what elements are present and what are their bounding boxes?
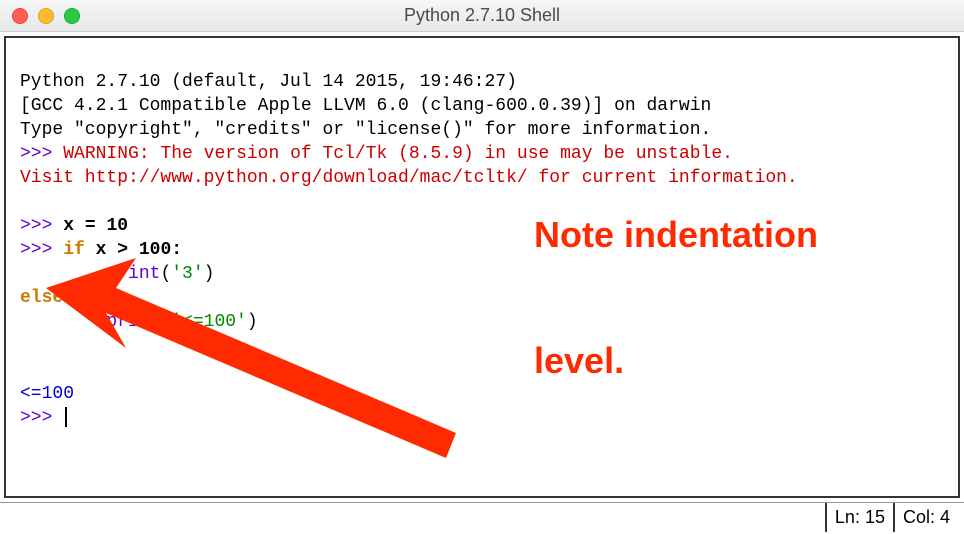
status-line: Ln: 15: [825, 503, 893, 532]
paren: ): [247, 312, 258, 332]
output-text: <=100: [20, 384, 74, 404]
banner-line: [GCC 4.2.1 Compatible Apple LLVM 6.0 (cl…: [20, 96, 711, 116]
indent: [20, 264, 106, 284]
string-literal: '3': [171, 264, 203, 284]
status-col: Col: 4: [893, 503, 958, 532]
colon: :: [63, 288, 74, 308]
string-literal: '<=100': [171, 312, 247, 332]
code-op: =: [85, 216, 107, 236]
indent: [20, 312, 106, 332]
code-num: 10: [106, 216, 128, 236]
shell-content[interactable]: Python 2.7.10 (default, Jul 14 2015, 19:…: [4, 36, 960, 498]
code-var: x: [63, 216, 85, 236]
warning-colon: :: [139, 144, 161, 164]
prompt: >>>: [20, 240, 63, 260]
close-icon[interactable]: [12, 8, 28, 24]
paren: (: [160, 264, 171, 284]
prompt: >>>: [20, 216, 63, 236]
annotation-line: Note indentation: [534, 214, 818, 256]
builtin-print: print: [106, 264, 160, 284]
keyword-if: if: [63, 240, 85, 260]
zoom-icon[interactable]: [64, 8, 80, 24]
keyword-else: else: [20, 288, 63, 308]
prompt: >>>: [20, 408, 63, 428]
text-cursor: [65, 407, 67, 427]
prompt: >>>: [20, 144, 63, 164]
traffic-lights: [12, 8, 80, 24]
builtin-print: print: [106, 312, 160, 332]
code-cond: x > 100:: [85, 240, 182, 260]
minimize-icon[interactable]: [38, 8, 54, 24]
annotation-text: Note indentation level.: [534, 130, 818, 466]
banner-line: Python 2.7.10 (default, Jul 14 2015, 19:…: [20, 72, 517, 92]
paren: ): [204, 264, 215, 284]
warning-label: WARNING: [63, 144, 139, 164]
window-title: Python 2.7.10 Shell: [0, 5, 964, 26]
paren: (: [160, 312, 171, 332]
status-bar: Ln: 15 Col: 4: [0, 502, 964, 532]
window-titlebar: Python 2.7.10 Shell: [0, 0, 964, 32]
annotation-line: level.: [534, 340, 818, 382]
